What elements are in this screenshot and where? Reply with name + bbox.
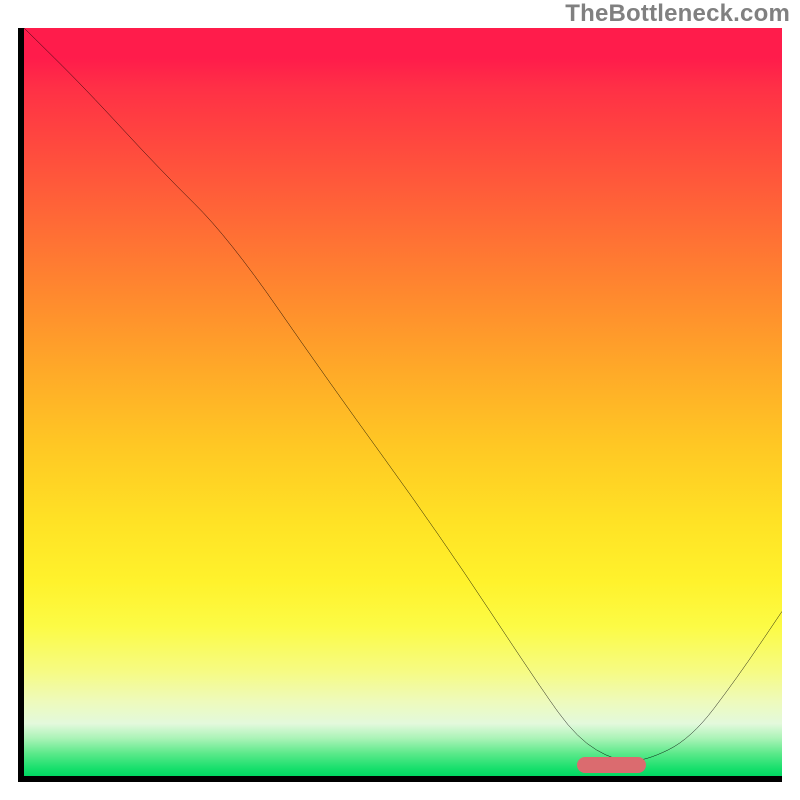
bottleneck-curve <box>24 28 782 776</box>
curve-path <box>24 28 782 761</box>
optimal-range-marker <box>577 757 645 773</box>
watermark-text: TheBottleneck.com <box>565 0 790 28</box>
plot-area <box>18 28 782 782</box>
